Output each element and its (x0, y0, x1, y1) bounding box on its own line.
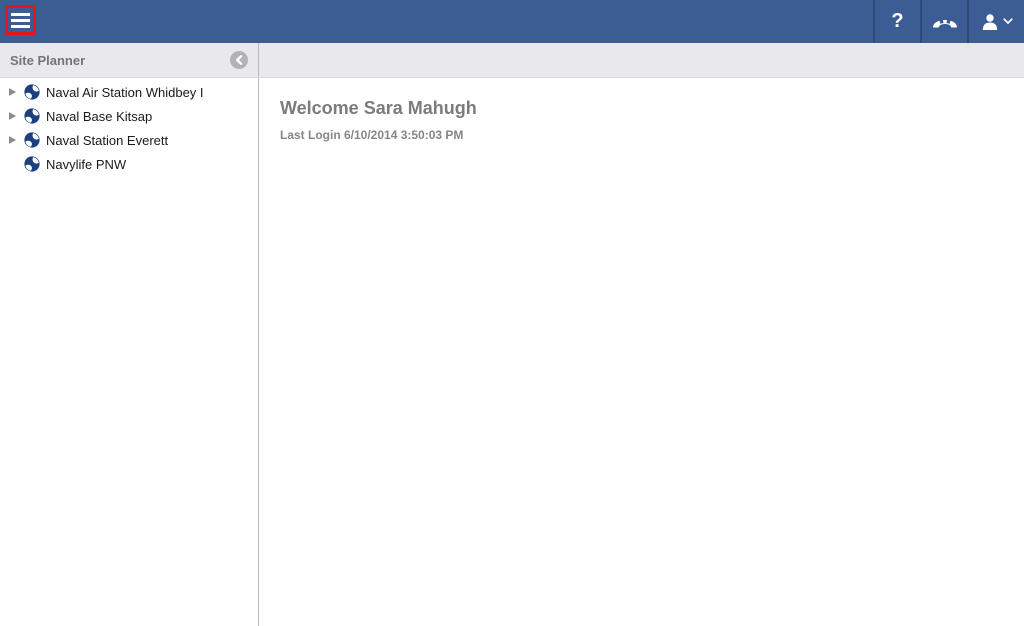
menu-button[interactable] (8, 8, 33, 32)
annotation-box (5, 5, 36, 35)
sidebar-collapse-button[interactable] (230, 51, 248, 69)
main-content: Welcome Sara Mahugh Last Login 6/10/2014… (259, 78, 1024, 626)
question-mark-icon: ? (891, 10, 903, 33)
panel-header: Site Planner (0, 43, 1024, 78)
help-button[interactable]: ? (873, 0, 920, 43)
globe-icon (24, 132, 40, 148)
tree-item-label: Naval Base Kitsap (46, 109, 152, 124)
tree-item-naval-base-kitsap[interactable]: Naval Base Kitsap (0, 104, 258, 128)
expand-arrow-icon[interactable] (9, 88, 22, 96)
expand-arrow-icon[interactable] (9, 136, 22, 144)
globe-icon (24, 108, 40, 124)
tree-item-label: Naval Station Everett (46, 133, 168, 148)
content-header (259, 43, 1024, 77)
phone-handset-icon (932, 14, 958, 30)
expander-spacer (9, 160, 22, 168)
topbar-actions: ? (873, 0, 1024, 43)
globe-icon (24, 156, 40, 172)
chevron-left-icon (235, 55, 243, 65)
tree-item-label: Naval Air Station Whidbey I (46, 85, 204, 100)
last-login-text: Last Login 6/10/2014 3:50:03 PM (280, 128, 1024, 142)
tree-item-navylife-pnw[interactable]: Navylife PNW (0, 152, 258, 176)
phone-button[interactable] (920, 0, 967, 43)
person-silhouette-icon (981, 13, 999, 31)
top-bar: ? (0, 0, 1024, 43)
site-tree-panel: Naval Air Station Whidbey I Naval Base K… (0, 78, 259, 626)
welcome-heading: Welcome Sara Mahugh (280, 98, 1024, 119)
hamburger-icon (11, 13, 30, 28)
chevron-down-icon (1003, 18, 1013, 25)
sidebar-title: Site Planner (10, 53, 85, 68)
tree-item-naval-air-station-whidbey[interactable]: Naval Air Station Whidbey I (0, 80, 258, 104)
globe-icon (24, 84, 40, 100)
page-body: Naval Air Station Whidbey I Naval Base K… (0, 78, 1024, 626)
tree-item-naval-station-everett[interactable]: Naval Station Everett (0, 128, 258, 152)
tree-item-label: Navylife PNW (46, 157, 126, 172)
expand-arrow-icon[interactable] (9, 112, 22, 120)
sidebar-header: Site Planner (0, 43, 259, 77)
user-menu-button[interactable] (967, 0, 1024, 43)
